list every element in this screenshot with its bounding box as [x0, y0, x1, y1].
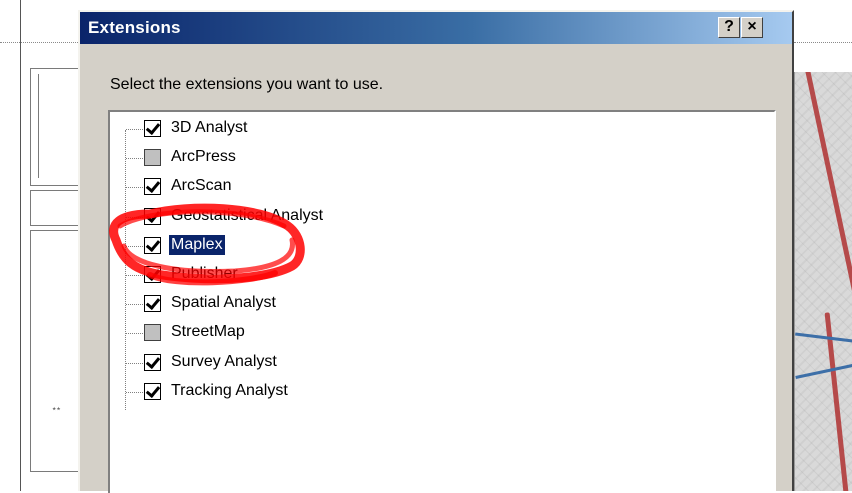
checkbox-checked[interactable]	[144, 207, 161, 225]
tree-connector	[126, 391, 143, 393]
checkbox-checked[interactable]	[144, 266, 161, 283]
extension-label[interactable]: StreetMap	[169, 322, 247, 342]
checkbox-grayed[interactable]	[144, 324, 161, 342]
tree-connector	[126, 158, 143, 160]
background-frame-edge	[20, 0, 21, 491]
tree-connector	[126, 187, 143, 189]
checkbox-checked[interactable]	[144, 382, 161, 400]
background-dotted-rule	[0, 42, 80, 43]
close-button[interactable]: ×	[741, 17, 763, 38]
checkbox-checked[interactable]	[144, 178, 161, 196]
tree-connector	[126, 216, 143, 218]
checkbox-checked[interactable]	[144, 120, 161, 137]
background-panel-3	[30, 230, 80, 472]
map-road	[795, 364, 852, 379]
extension-label[interactable]: ArcScan	[169, 176, 233, 196]
extension-label[interactable]: 3D Analyst	[169, 118, 249, 138]
background-map-speck: ٭٭	[52, 404, 61, 413]
question-mark-icon: ?	[724, 18, 734, 35]
background-panel-2	[30, 190, 80, 226]
checkbox-checked[interactable]	[144, 236, 161, 254]
background-dotted-rule-right	[794, 42, 852, 43]
extensions-list[interactable]: 3D Analyst ArcPress ArcScan Geostatistical …	[108, 110, 776, 493]
checkbox-checked[interactable]	[144, 353, 161, 371]
extensions-dialog: Extensions ? × Select the extensions you…	[78, 10, 794, 493]
checkbox-checked[interactable]	[144, 295, 161, 313]
map-road	[795, 332, 852, 343]
tree-connector	[126, 275, 143, 276]
dialog-title: Extensions	[88, 18, 181, 37]
extension-label[interactable]: Publisher	[169, 264, 240, 284]
background-frame-edge-2	[38, 74, 39, 178]
tree-connector	[126, 362, 143, 364]
close-icon: ×	[747, 18, 757, 35]
tree-connector	[126, 129, 143, 130]
tree-connector	[126, 245, 143, 247]
extension-label[interactable]: ArcPress	[169, 147, 238, 167]
extension-label[interactable]: Spatial Analyst	[169, 293, 278, 313]
tree-connector	[126, 304, 143, 306]
tree-connector	[126, 333, 143, 335]
help-button[interactable]: ?	[718, 17, 740, 38]
map-road	[804, 72, 852, 320]
extension-label[interactable]: Maplex	[169, 234, 225, 255]
extension-label[interactable]: Geostatistical Analyst	[169, 206, 325, 226]
instruction-text: Select the extensions you want to use.	[110, 76, 384, 93]
checkbox-grayed[interactable]	[144, 149, 161, 167]
extension-label[interactable]: Tracking Analyst	[169, 381, 290, 401]
background-map-view	[794, 72, 852, 491]
title-bar[interactable]: Extensions ? ×	[80, 12, 792, 44]
extension-label[interactable]: Survey Analyst	[169, 352, 279, 372]
tree-connector-line	[125, 130, 126, 410]
